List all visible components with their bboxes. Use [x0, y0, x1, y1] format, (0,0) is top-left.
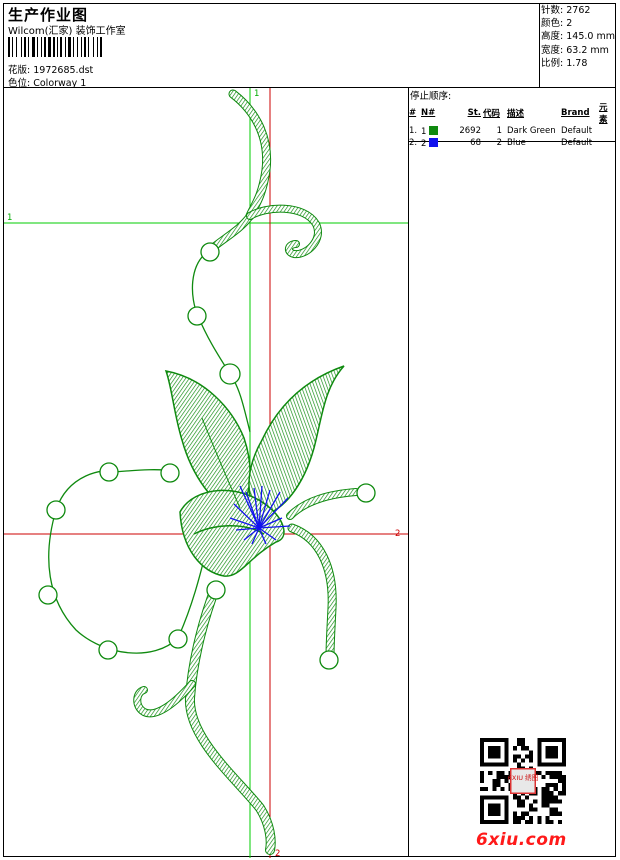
color-sequence-table: # N# St. 代码 描述 Brand 元素 1. 1 2692 1 Dark…	[408, 101, 616, 149]
col-description: 描述	[507, 109, 525, 119]
design-scale: 比例: 1.78	[541, 57, 588, 69]
green-horizontal-guide-label: 1	[7, 213, 12, 223]
stitch-count: 针数: 2762	[541, 5, 591, 16]
design-height: 高度: 145.0 mm	[541, 31, 615, 43]
col-stitches: St.	[467, 108, 481, 118]
col-elements: 元素	[599, 103, 608, 125]
table-row: 1. 1 2692 1 Dark Green Default	[409, 125, 593, 137]
color-swatch	[429, 137, 439, 147]
color-swatch	[429, 125, 439, 135]
green-vertical-guide-label: 1	[254, 89, 259, 99]
right-drop-stem-outline	[287, 523, 337, 661]
seal-text: 6XIU 绣图	[508, 773, 539, 782]
col-index: #	[409, 108, 417, 118]
color-count: 颜色: 2	[541, 18, 573, 30]
red-horizontal-guide-label: 2	[395, 529, 400, 539]
design-file-row: 花版: 1972685.dst	[8, 62, 93, 76]
stats-divider	[539, 3, 540, 88]
qr-code: 6XIU 绣图	[480, 738, 566, 824]
design-width: 宽度: 63.2 mm	[541, 44, 609, 56]
loop-tendril	[48, 469, 211, 654]
panel-divider	[408, 87, 409, 857]
design-stats: 针数: 2762 颜色: 2 高度: 145.0 mm 宽度: 63.2 mm …	[541, 4, 615, 70]
embroidery-design-canvas: 1 1 2 2	[4, 88, 408, 858]
table-header-row: # N# St. 代码 描述 Brand 元素	[408, 101, 616, 125]
table-row: 2. 2 68 2 Blue Default	[409, 137, 593, 149]
stop-sequence-title: 停止顺序:	[410, 91, 452, 102]
red-vertical-guide-label: 2	[275, 849, 280, 858]
studio-name: Wilcom(汇家) 装饰工作室	[8, 26, 126, 37]
col-brand: Brand	[561, 108, 590, 118]
watermark-text: 6xiu.com	[476, 830, 567, 850]
col-code: 代码	[483, 109, 501, 119]
barcode	[8, 37, 102, 57]
col-needle: N#	[421, 108, 436, 118]
bottom-stem	[185, 582, 275, 854]
